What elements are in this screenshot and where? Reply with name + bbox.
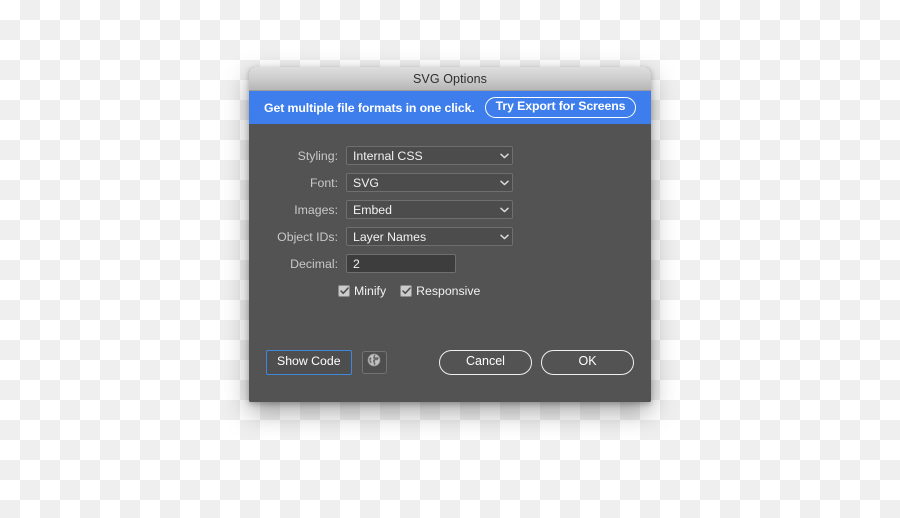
promo-banner-text: Get multiple file formats in one click. bbox=[264, 100, 475, 115]
try-export-for-screens-button[interactable]: Try Export for Screens bbox=[484, 97, 637, 118]
responsive-checkbox[interactable]: Responsive bbox=[400, 284, 480, 298]
minify-label: Minify bbox=[354, 284, 387, 298]
images-select-value: Embed bbox=[353, 202, 392, 217]
minify-checkbox[interactable]: Minify bbox=[338, 284, 386, 298]
chevron-down-icon bbox=[496, 201, 512, 218]
font-label: Font: bbox=[309, 175, 338, 190]
styling-select[interactable]: Internal CSS bbox=[346, 146, 513, 165]
font-select[interactable]: SVG bbox=[346, 173, 513, 192]
cancel-button[interactable]: Cancel bbox=[439, 350, 532, 375]
ok-button[interactable]: OK bbox=[541, 350, 634, 375]
dialog-title: SVG Options bbox=[412, 71, 488, 86]
chevron-down-icon bbox=[496, 147, 512, 164]
images-label: Images: bbox=[294, 202, 338, 217]
object-ids-select[interactable]: Layer Names bbox=[346, 227, 513, 246]
decimal-label: Decimal: bbox=[290, 256, 338, 271]
globe-icon bbox=[367, 353, 381, 372]
responsive-label: Responsive bbox=[416, 284, 481, 298]
object-ids-select-value: Layer Names bbox=[353, 229, 427, 244]
font-select-value: SVG bbox=[353, 175, 379, 190]
chevron-down-icon bbox=[496, 228, 512, 245]
images-select[interactable]: Embed bbox=[346, 200, 513, 219]
object-ids-label: Object IDs: bbox=[277, 229, 338, 244]
form-row-decimal: Decimal: 2 bbox=[249, 254, 651, 273]
checkmark-icon bbox=[338, 285, 350, 297]
form-row-styling: Styling: Internal CSS bbox=[249, 146, 651, 165]
styling-select-value: Internal CSS bbox=[353, 148, 423, 163]
svg-options-dialog: SVG Options Get multiple file formats in… bbox=[249, 67, 651, 402]
promo-banner: Get multiple file formats in one click. … bbox=[249, 91, 651, 124]
dialog-body: Styling: Internal CSS Font: SVG Images: … bbox=[249, 124, 651, 402]
options-form: Styling: Internal CSS Font: SVG Images: … bbox=[249, 124, 651, 298]
styling-label: Styling: bbox=[297, 148, 338, 163]
decimal-input-value: 2 bbox=[353, 256, 360, 271]
show-code-button[interactable]: Show Code bbox=[266, 350, 352, 375]
checkbox-row: Minify Responsive bbox=[249, 284, 651, 298]
dialog-titlebar: SVG Options bbox=[249, 67, 651, 91]
checkmark-icon bbox=[400, 285, 413, 297]
form-row-images: Images: Embed bbox=[249, 200, 651, 219]
dialog-footer: Show Code Cancel OK bbox=[249, 350, 651, 375]
form-row-font: Font: SVG bbox=[249, 173, 651, 192]
decimal-input[interactable]: 2 bbox=[346, 254, 456, 273]
chevron-down-icon bbox=[496, 174, 512, 191]
globe-icon-button[interactable] bbox=[361, 351, 387, 375]
form-row-object-ids: Object IDs: Layer Names bbox=[249, 227, 651, 246]
